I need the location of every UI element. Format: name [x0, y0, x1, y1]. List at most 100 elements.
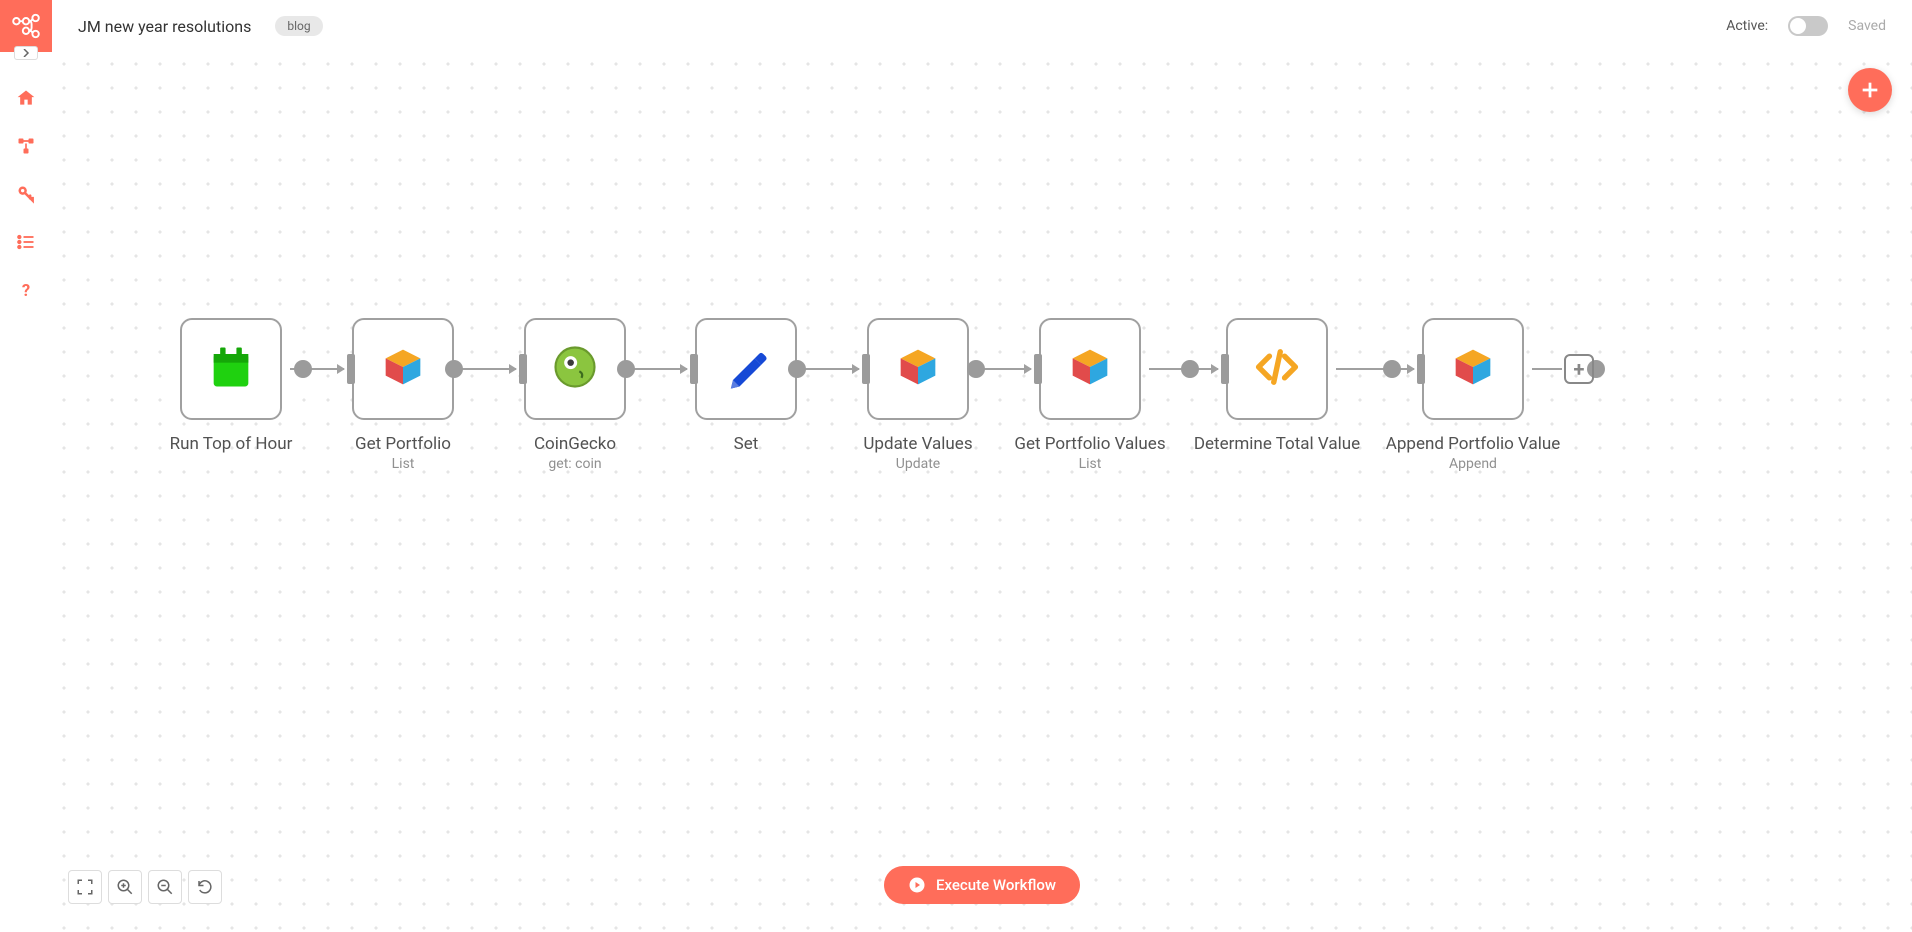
- sidebar-expand-handle[interactable]: [14, 46, 38, 60]
- node-title: Set: [695, 434, 797, 454]
- box-icon: [377, 341, 429, 393]
- fit-icon: [76, 878, 94, 896]
- zoom-out-icon: [156, 878, 174, 896]
- sidebar-item-help[interactable]: ?: [0, 266, 52, 314]
- play-circle-icon: [908, 876, 926, 894]
- input-port[interactable]: [690, 354, 698, 384]
- home-icon: [16, 88, 36, 108]
- node-icon: [1064, 341, 1116, 397]
- node-title: Determine Total Value: [1194, 434, 1360, 454]
- node-n1[interactable]: Run Top of Hour: [180, 318, 303, 454]
- node-title: Append Portfolio Value: [1386, 434, 1560, 454]
- node-title: Get Portfolio Values: [1014, 434, 1165, 454]
- terminal-connector: [1532, 368, 1562, 370]
- add-connected-node-button[interactable]: +: [1564, 354, 1594, 384]
- header: JM new year resolutions blog Active: Sav…: [52, 0, 1912, 52]
- node-icon: [377, 341, 429, 397]
- zoom-in-button[interactable]: [108, 870, 142, 904]
- canvas-toolbar: [68, 870, 222, 904]
- key-icon: [16, 184, 36, 204]
- code-icon: [1251, 341, 1303, 393]
- node-icon: [549, 341, 601, 397]
- connector-n2-n3[interactable]: [462, 368, 516, 370]
- workflow-tag[interactable]: blog: [275, 16, 322, 36]
- n8n-logo-icon: [10, 10, 42, 42]
- node-subtitle: Append: [1386, 456, 1560, 472]
- connector-n5-n6[interactable]: [977, 368, 1031, 370]
- output-port[interactable]: [788, 360, 806, 378]
- workflow-canvas[interactable]: Run Top of Hour Get Portfolio List CoinGe…: [52, 52, 1912, 932]
- box-icon: [1447, 341, 1499, 393]
- node-title: Get Portfolio: [352, 434, 454, 454]
- node-n4[interactable]: Set: [695, 318, 797, 454]
- node-n6[interactable]: Get Portfolio ValuesList: [1039, 318, 1190, 472]
- add-node-button[interactable]: [1848, 68, 1892, 112]
- input-port[interactable]: [519, 354, 527, 384]
- node-n7[interactable]: Determine Total Value: [1226, 318, 1392, 454]
- node-icon: [720, 341, 772, 397]
- node-box[interactable]: [695, 318, 797, 420]
- execute-label: Execute Workflow: [936, 876, 1056, 894]
- node-n3[interactable]: CoinGecko get: coin: [524, 318, 626, 472]
- node-title: CoinGecko: [524, 434, 626, 454]
- input-port[interactable]: [347, 354, 355, 384]
- toggle-knob: [1790, 18, 1806, 34]
- sidebar-item-home[interactable]: [0, 74, 52, 122]
- calendar-icon: [205, 341, 257, 393]
- node-subtitle: List: [352, 456, 454, 472]
- connector-n4-n5[interactable]: [805, 368, 859, 370]
- node-box[interactable]: [180, 318, 282, 420]
- active-toggle[interactable]: [1788, 16, 1828, 36]
- input-port[interactable]: [862, 354, 870, 384]
- execute-workflow-button[interactable]: Execute Workflow: [884, 866, 1080, 904]
- input-port[interactable]: [1034, 354, 1042, 384]
- zoom-out-button[interactable]: [148, 870, 182, 904]
- sidebar: ?: [0, 0, 52, 932]
- node-n8[interactable]: Append Portfolio ValueAppend: [1422, 318, 1596, 472]
- sidebar-item-workflows[interactable]: [0, 122, 52, 170]
- node-n2[interactable]: Get Portfolio List: [352, 318, 454, 472]
- node-icon: [892, 341, 944, 397]
- node-icon: [1251, 341, 1303, 397]
- output-port[interactable]: [1383, 360, 1401, 378]
- node-box[interactable]: [1226, 318, 1328, 420]
- node-box[interactable]: [1422, 318, 1524, 420]
- workflows-icon: [16, 136, 36, 156]
- reset-button[interactable]: [188, 870, 222, 904]
- input-port[interactable]: [1417, 354, 1425, 384]
- node-box[interactable]: [524, 318, 626, 420]
- sidebar-item-credentials[interactable]: [0, 170, 52, 218]
- question-icon: ?: [16, 280, 36, 300]
- input-port[interactable]: [1221, 354, 1229, 384]
- coingecko-icon: [549, 341, 601, 393]
- workflow-title[interactable]: JM new year resolutions: [78, 17, 251, 36]
- sidebar-item-executions[interactable]: [0, 218, 52, 266]
- node-n5[interactable]: Update ValuesUpdate: [867, 318, 976, 472]
- node-title: Update Values: [863, 434, 972, 454]
- active-label: Active:: [1726, 18, 1768, 34]
- app-logo[interactable]: [0, 0, 52, 52]
- node-title: Run Top of Hour: [170, 434, 293, 454]
- node-subtitle: List: [1014, 456, 1165, 472]
- zoom-in-icon: [116, 878, 134, 896]
- box-icon: [892, 341, 944, 393]
- connector-n3-n4[interactable]: [634, 368, 687, 370]
- list-icon: [16, 232, 36, 252]
- node-box[interactable]: [1039, 318, 1141, 420]
- box-icon: [1064, 341, 1116, 393]
- node-box[interactable]: [352, 318, 454, 420]
- fit-view-button[interactable]: [68, 870, 102, 904]
- saved-status: Saved: [1848, 18, 1886, 34]
- output-port[interactable]: [967, 360, 985, 378]
- pencil-icon: [720, 341, 772, 393]
- output-port[interactable]: [445, 360, 463, 378]
- svg-text:?: ?: [22, 282, 30, 300]
- undo-icon: [196, 878, 214, 896]
- output-port[interactable]: [617, 360, 635, 378]
- node-box[interactable]: [867, 318, 969, 420]
- node-icon: [205, 341, 257, 397]
- node-subtitle: get: coin: [524, 456, 626, 472]
- node-icon: [1447, 341, 1499, 397]
- output-port[interactable]: [1181, 360, 1199, 378]
- output-port[interactable]: [294, 360, 312, 378]
